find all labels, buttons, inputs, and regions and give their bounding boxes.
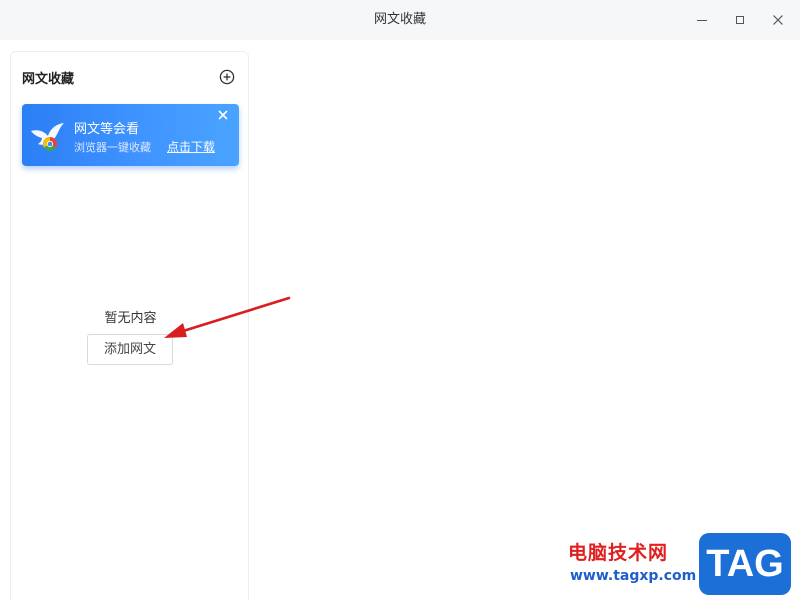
empty-state-message: 暂无内容 — [104, 311, 157, 326]
minimize-icon — [697, 19, 707, 21]
close-button[interactable] — [760, 0, 796, 40]
sidebar-panel: 网文收藏 网文等会看 浏览器一键收藏 点击下载 暂无内容 添加网文 — [10, 51, 249, 600]
app-window: 网文收藏 网文收藏 网文等会看 浏览器一键收藏 点击下载 暂无内容 添加网文 电… — [0, 0, 800, 600]
watermark-site-name: 电脑技术网 — [568, 542, 669, 564]
sidebar-title: 网文收藏 — [22, 72, 75, 87]
minimize-button[interactable] — [684, 0, 720, 40]
window-title: 网文收藏 — [373, 12, 426, 27]
add-article-button[interactable]: 添加网文 — [87, 334, 173, 365]
banner-subtitle: 浏览器一键收藏 — [74, 141, 151, 154]
watermark-url: www.tagxp.com — [570, 568, 697, 584]
download-link[interactable]: 点击下载 — [167, 138, 215, 155]
watermark-tag-badge: TAG — [699, 533, 791, 595]
maximize-button[interactable] — [722, 0, 758, 40]
banner-close-icon[interactable] — [216, 108, 230, 122]
promo-banner[interactable]: 网文等会看 浏览器一键收藏 点击下载 — [22, 104, 239, 166]
bird-chrome-logo-icon — [31, 123, 64, 151]
plus-circle-icon[interactable] — [219, 69, 235, 85]
banner-title: 网文等会看 — [74, 122, 140, 137]
close-icon — [773, 15, 783, 25]
maximize-icon — [736, 16, 744, 24]
title-bar: 网文收藏 — [0, 0, 800, 40]
